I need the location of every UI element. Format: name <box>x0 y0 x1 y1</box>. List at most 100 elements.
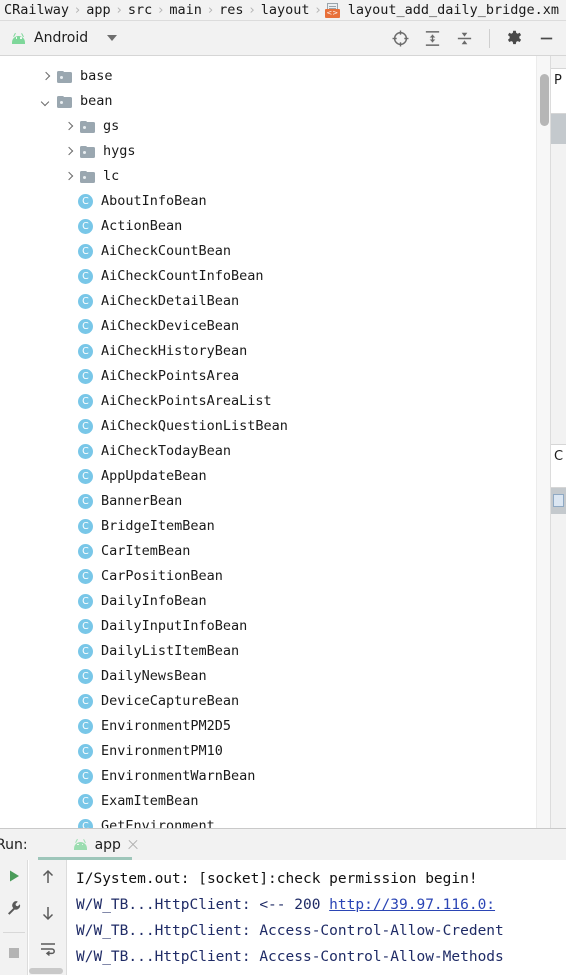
class-file-icon: C <box>78 719 93 734</box>
tree-node-spacer <box>63 421 74 432</box>
breadcrumb-separator: › <box>158 2 164 18</box>
tree-node-spacer <box>63 271 74 282</box>
tree-scrollbar-track[interactable] <box>536 56 550 828</box>
breadcrumb-separator: › <box>75 2 81 18</box>
tree-node-appupdatebean[interactable]: C AppUpdateBean <box>0 464 536 489</box>
tree-node-base[interactable]: base <box>0 64 536 89</box>
chevron-right-icon[interactable] <box>40 71 51 82</box>
tree-scrollbar-thumb[interactable] <box>540 74 549 126</box>
tree-node-hygs[interactable]: hygs <box>0 139 536 164</box>
tree-node-getenvironment[interactable]: C GetEnvironment <box>0 814 536 828</box>
down-arrow-icon[interactable] <box>40 904 56 926</box>
tree-node-aicheckhistorybean[interactable]: C AiCheckHistoryBean <box>0 339 536 364</box>
chevron-down-icon[interactable] <box>40 96 51 107</box>
tree-node-aicheckcountbean[interactable]: C AiCheckCountBean <box>0 239 536 264</box>
toolbar-divider <box>2 932 25 933</box>
breadcrumb-item-src[interactable]: src <box>124 0 156 20</box>
collapse-all-icon[interactable] <box>455 29 474 48</box>
breadcrumb-item-res[interactable]: res <box>215 0 247 20</box>
locate-in-tree-icon[interactable] <box>391 29 410 48</box>
tool-window-actions <box>391 28 566 48</box>
tree-node-label: AiCheckPointsArea <box>101 368 240 384</box>
chevron-right-icon[interactable] <box>63 121 74 132</box>
tree-node-label: lc <box>103 168 120 184</box>
tree-node-label: AiCheckCountInfoBean <box>101 268 264 284</box>
chevron-down-icon[interactable] <box>107 35 118 41</box>
tree-node-dailyinfobean[interactable]: C DailyInfoBean <box>0 589 536 614</box>
class-file-icon: C <box>78 419 93 434</box>
tool-window-selector[interactable]: Android <box>0 30 118 46</box>
console-log-link[interactable]: http://39.97.116.0: <box>329 897 495 913</box>
tree-node-bannerbean[interactable]: C BannerBean <box>0 489 536 514</box>
tree-node-aboutinfobean[interactable]: C AboutInfoBean <box>0 189 536 214</box>
right-panel-commit-scrollbar[interactable] <box>551 488 566 514</box>
chevron-right-icon[interactable] <box>63 171 74 182</box>
class-file-icon: C <box>78 394 93 409</box>
android-studio-window: CRailway › app › src › main › res › layout › <> layou… <box>0 0 566 975</box>
tree-node-aicheckcountinfobean[interactable]: C AiCheckCountInfoBean <box>0 264 536 289</box>
tree-node-carpositionbean[interactable]: C CarPositionBean <box>0 564 536 589</box>
run-console-output[interactable]: I/System.out: [socket]:check permission … <box>68 860 566 975</box>
tree-node-devicecapturebean[interactable]: C DeviceCaptureBean <box>0 689 536 714</box>
tree-node-label: CarItemBean <box>101 543 191 559</box>
tree-node-spacer <box>63 821 74 828</box>
expand-all-icon[interactable] <box>423 29 442 48</box>
tree-node-caritembean[interactable]: C CarItemBean <box>0 539 536 564</box>
right-panel-commit-label: C <box>554 449 564 464</box>
tree-node-spacer <box>63 371 74 382</box>
chevron-right-icon[interactable] <box>63 146 74 157</box>
console-log-prefix: I/System.out: <box>76 871 199 887</box>
wrench-icon[interactable] <box>6 900 22 920</box>
breadcrumb-separator: › <box>207 2 214 18</box>
tree-node-examitembean[interactable]: C ExamItemBean <box>0 789 536 814</box>
tree-node-spacer <box>63 221 74 232</box>
breadcrumb-item-app[interactable]: app <box>82 0 114 20</box>
tree-node-dailylistitembean[interactable]: C DailyListItemBean <box>0 639 536 664</box>
tree-node-gs[interactable]: gs <box>0 114 536 139</box>
tree-node-label: BridgeItemBean <box>101 518 215 534</box>
class-file-icon: C <box>78 594 93 609</box>
stop-icon[interactable] <box>6 945 22 965</box>
tree-node-bridgeitembean[interactable]: C BridgeItemBean <box>0 514 536 539</box>
tree-node-label: DailyNewsBean <box>101 668 207 684</box>
tree-node-aicheckpointsarealist[interactable]: C AiCheckPointsAreaList <box>0 389 536 414</box>
breadcrumb-item-layout[interactable]: layout <box>257 0 314 20</box>
tree-node-aichecktodaybean[interactable]: C AiCheckTodayBean <box>0 439 536 464</box>
breadcrumb-item-crailway[interactable]: CRailway <box>0 0 73 20</box>
right-panel-project[interactable]: P <box>551 68 566 114</box>
tree-node-label: AiCheckTodayBean <box>101 443 232 459</box>
tree-node-bean[interactable]: bean <box>0 89 536 114</box>
tree-node-dailyinputinfobean[interactable]: C DailyInputInfoBean <box>0 614 536 639</box>
class-file-icon: C <box>78 744 93 759</box>
tree-node-dailynewsbean[interactable]: C DailyNewsBean <box>0 664 536 689</box>
right-panel-project-scrollbar[interactable] <box>551 114 566 144</box>
breadcrumb-file-name[interactable]: layout_add_daily_bridge.xm <box>344 0 563 20</box>
class-file-icon: C <box>78 544 93 559</box>
tree-node-spacer <box>63 571 74 582</box>
tree-node-aicheckdetailbean[interactable]: C AiCheckDetailBean <box>0 289 536 314</box>
class-file-icon: C <box>78 819 93 828</box>
tree-node-aicheckpointsarea[interactable]: C AiCheckPointsArea <box>0 364 536 389</box>
breadcrumb-item-main[interactable]: main <box>165 0 206 20</box>
hide-minimize-icon[interactable] <box>537 29 556 48</box>
close-icon[interactable] <box>127 839 139 851</box>
class-file-icon: C <box>78 444 93 459</box>
console-horizontal-scrollbar[interactable] <box>29 968 63 974</box>
tree-node-environmentpm2d5[interactable]: C EnvironmentPM2D5 <box>0 714 536 739</box>
project-tree[interactable]: base bean gs hygs lc C AboutInfoBean C ActionBea… <box>0 56 536 828</box>
tree-node-spacer <box>63 771 74 782</box>
tree-node-aicheckquestionlistbean[interactable]: C AiCheckQuestionListBean <box>0 414 536 439</box>
run-tab-app[interactable]: app <box>68 829 143 860</box>
soft-wrap-icon[interactable] <box>39 940 57 960</box>
tree-node-environmentwarnbean[interactable]: C EnvironmentWarnBean <box>0 764 536 789</box>
tree-node-lc[interactable]: lc <box>0 164 536 189</box>
rerun-play-icon[interactable] <box>6 868 22 888</box>
settings-gear-icon[interactable] <box>505 29 524 48</box>
tree-node-spacer <box>63 521 74 532</box>
class-file-icon: C <box>78 519 93 534</box>
tree-node-environmentpm10[interactable]: C EnvironmentPM10 <box>0 739 536 764</box>
tree-node-aicheckdevicebean[interactable]: C AiCheckDeviceBean <box>0 314 536 339</box>
tree-node-actionbean[interactable]: C ActionBean <box>0 214 536 239</box>
up-arrow-icon[interactable] <box>40 868 56 890</box>
right-panel-commit[interactable]: C <box>551 444 566 488</box>
